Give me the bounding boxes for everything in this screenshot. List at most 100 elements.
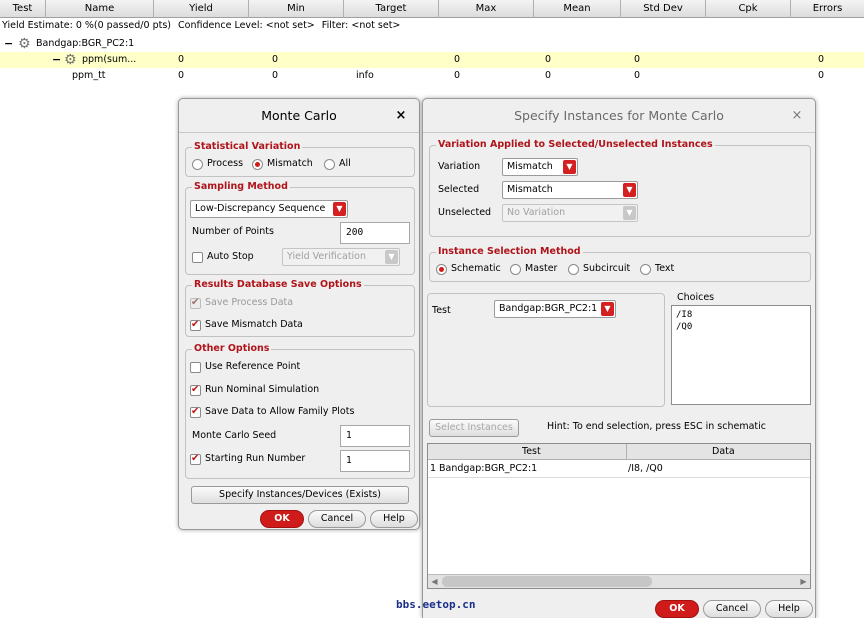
sampling-method-select[interactable]: Low-Discrepancy Sequence ▼ bbox=[190, 200, 348, 218]
column-header-errors[interactable]: Errors bbox=[791, 0, 864, 18]
errors-value: 0 bbox=[818, 54, 825, 65]
scroll-right-icon[interactable]: ▶ bbox=[798, 576, 809, 587]
select-value: Yield Verification bbox=[287, 251, 367, 262]
select-value: Mismatch bbox=[507, 184, 553, 195]
scrollbar-thumb[interactable] bbox=[442, 576, 652, 587]
radio-process[interactable] bbox=[192, 159, 203, 170]
instances-table-header: Test Data bbox=[428, 444, 810, 460]
results-table-header: Test Name Yield Min Target Max Mean Std … bbox=[0, 0, 864, 18]
table-row[interactable]: 1 Bandgap:BGR_PC2:1 /I8, /Q0 bbox=[428, 460, 810, 478]
hint-text: Hint: To end selection, press ESC in sch… bbox=[547, 421, 766, 432]
table-row-test[interactable]: − ⚙ Bandgap:BGR_PC2:1 bbox=[0, 36, 864, 52]
unselected-select[interactable]: No Variation ▼ bbox=[502, 204, 638, 222]
scroll-left-icon[interactable]: ◀ bbox=[429, 576, 440, 587]
horizontal-scrollbar[interactable]: ◀ ▶ bbox=[428, 574, 810, 588]
chevron-down-icon: ▼ bbox=[563, 160, 576, 174]
test-select[interactable]: Bandgap:BGR_PC2:1 ▼ bbox=[494, 300, 616, 318]
selected-select[interactable]: Mismatch ▼ bbox=[502, 181, 638, 199]
column-header-data[interactable]: Data bbox=[712, 444, 735, 460]
instances-table: Test Data 1 Bandgap:BGR_PC2:1 /I8, /Q0 ◀… bbox=[427, 443, 811, 589]
gear-icon: ⚙ bbox=[64, 52, 77, 68]
column-header-name[interactable]: Name bbox=[46, 0, 154, 18]
variation-select[interactable]: Mismatch ▼ bbox=[502, 158, 578, 176]
start-run-label: Starting Run Number bbox=[205, 453, 306, 464]
ok-button[interactable]: OK bbox=[655, 600, 699, 618]
close-icon[interactable]: × bbox=[389, 99, 413, 133]
start-run-checkbox[interactable] bbox=[190, 453, 201, 465]
radio-label: Process bbox=[207, 158, 244, 169]
auto-stop-mode-select[interactable]: Yield Verification ▼ bbox=[282, 248, 400, 266]
save-family-label: Save Data to Allow Family Plots bbox=[205, 406, 355, 417]
save-process-checkbox[interactable] bbox=[190, 297, 201, 309]
chevron-down-icon: ▼ bbox=[601, 302, 614, 316]
select-value: Low-Discrepancy Sequence bbox=[195, 203, 326, 214]
use-reference-checkbox[interactable] bbox=[190, 362, 201, 373]
radio-text[interactable] bbox=[640, 264, 651, 275]
variation-label: Variation bbox=[438, 161, 481, 172]
column-header-target[interactable]: Target bbox=[344, 0, 439, 18]
save-family-checkbox[interactable] bbox=[190, 406, 201, 418]
save-mismatch-label: Save Mismatch Data bbox=[205, 319, 303, 330]
ok-button[interactable]: OK bbox=[260, 510, 304, 528]
num-points-label: Number of Points bbox=[192, 226, 274, 237]
min-value: 0 bbox=[272, 54, 279, 65]
table-row[interactable]: ppm_tt 0 0 info 0 0 0 0 bbox=[0, 68, 864, 84]
save-process-label: Save Process Data bbox=[205, 297, 294, 308]
unselected-label: Unselected bbox=[438, 207, 492, 218]
column-divider bbox=[626, 444, 627, 460]
list-item[interactable]: /I8 bbox=[676, 309, 806, 321]
table-row[interactable]: − ⚙ ppm(sum... 0 0 0 0 0 0 bbox=[0, 52, 864, 68]
start-run-input[interactable]: 1 bbox=[340, 450, 410, 472]
run-nominal-checkbox[interactable] bbox=[190, 384, 201, 396]
radio-subcircuit[interactable] bbox=[568, 264, 579, 275]
filter-status: Filter: <not set> bbox=[321, 20, 401, 31]
output-name: ppm(sum... bbox=[82, 54, 137, 65]
errors-value: 0 bbox=[818, 70, 825, 81]
column-header-max[interactable]: Max bbox=[439, 0, 534, 18]
help-button[interactable]: Help bbox=[370, 510, 418, 528]
radio-all[interactable] bbox=[324, 159, 335, 170]
select-instances-button[interactable]: Select Instances bbox=[429, 419, 519, 437]
radio-label: Master bbox=[525, 263, 558, 274]
close-icon[interactable]: × bbox=[785, 99, 809, 133]
group-title: Statistical Variation bbox=[192, 141, 303, 153]
column-header-std-dev[interactable]: Std Dev bbox=[621, 0, 706, 18]
test-label: Test bbox=[432, 305, 451, 316]
seed-label: Monte Carlo Seed bbox=[192, 430, 277, 441]
group-title: Other Options bbox=[192, 343, 272, 355]
collapse-icon[interactable]: − bbox=[52, 52, 61, 68]
max-value: 0 bbox=[454, 54, 461, 65]
auto-stop-checkbox[interactable] bbox=[192, 252, 203, 263]
choices-list[interactable]: /I8 /Q0 bbox=[671, 305, 811, 405]
cancel-button[interactable]: Cancel bbox=[703, 600, 761, 618]
specify-instances-dialog: Specify Instances for Monte Carlo × Vari… bbox=[422, 98, 816, 618]
cancel-button[interactable]: Cancel bbox=[308, 510, 366, 528]
mean-value: 0 bbox=[545, 70, 552, 81]
seed-input[interactable]: 1 bbox=[340, 425, 410, 447]
save-mismatch-checkbox[interactable] bbox=[190, 319, 201, 331]
instance-method-group: Instance Selection Method Schematic Mast… bbox=[429, 246, 811, 282]
column-header-yield[interactable]: Yield bbox=[154, 0, 249, 18]
column-header-min[interactable]: Min bbox=[249, 0, 344, 18]
num-points-input[interactable]: 200 bbox=[340, 222, 410, 244]
dialog-title: Monte Carlo bbox=[179, 99, 419, 133]
row-data: /I8, /Q0 bbox=[628, 463, 663, 474]
column-header-test[interactable]: Test bbox=[0, 0, 46, 18]
help-button[interactable]: Help bbox=[765, 600, 813, 618]
column-header-test[interactable]: Test bbox=[522, 444, 541, 460]
column-header-cpk[interactable]: Cpk bbox=[706, 0, 791, 18]
radio-schematic[interactable] bbox=[436, 264, 447, 275]
radio-mismatch[interactable] bbox=[252, 159, 263, 170]
select-value: Mismatch bbox=[507, 161, 553, 172]
radio-master[interactable] bbox=[510, 264, 521, 275]
dialog-title: Specify Instances for Monte Carlo bbox=[423, 99, 815, 133]
min-value: 0 bbox=[272, 70, 279, 81]
variation-group: Variation Applied to Selected/Unselected… bbox=[429, 139, 811, 237]
specify-instances-button[interactable]: Specify Instances/Devices (Exists) bbox=[191, 486, 409, 504]
list-item[interactable]: /Q0 bbox=[676, 321, 806, 333]
column-header-mean[interactable]: Mean bbox=[534, 0, 621, 18]
select-value: No Variation bbox=[507, 207, 566, 218]
collapse-icon[interactable]: − bbox=[4, 36, 13, 52]
gear-icon: ⚙ bbox=[18, 36, 31, 52]
chevron-down-icon: ▼ bbox=[623, 206, 636, 220]
